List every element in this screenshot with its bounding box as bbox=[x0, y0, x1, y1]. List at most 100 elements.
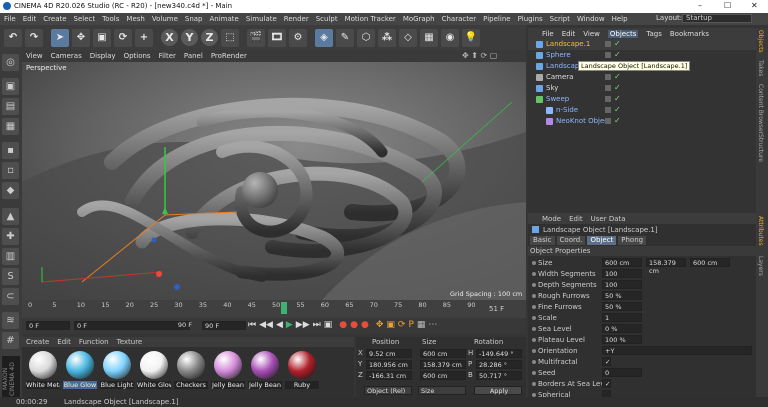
animate-dot-icon[interactable] bbox=[532, 294, 536, 298]
visibility-dots-icon[interactable] bbox=[605, 85, 611, 91]
strip-tab-content-browser[interactable]: Content Browser bbox=[757, 84, 764, 134]
objmgr-menu-tags[interactable]: Tags bbox=[646, 30, 662, 38]
strip-tab-structure[interactable]: Structure bbox=[757, 134, 764, 162]
viewport-menu-prorender[interactable]: ProRender bbox=[211, 52, 247, 60]
object-row[interactable]: Sweep ✓ bbox=[528, 94, 756, 105]
menu-window[interactable]: Window bbox=[577, 15, 605, 23]
light-icon[interactable]: 💡 bbox=[462, 28, 480, 47]
menu-file[interactable]: File bbox=[4, 15, 16, 23]
polygons-mode-icon[interactable]: ◆ bbox=[2, 182, 19, 199]
go-start-icon[interactable]: ⏮ bbox=[248, 320, 256, 330]
recent-tool-icon[interactable]: + bbox=[135, 28, 153, 47]
pos-key-icon[interactable]: ✥ bbox=[376, 320, 384, 330]
animate-dot-icon[interactable] bbox=[532, 283, 536, 287]
coord-size-mode-select[interactable]: Size bbox=[418, 386, 466, 395]
position-field[interactable]: -166.31 cm bbox=[366, 371, 412, 380]
enabled-check-icon[interactable]: ✓ bbox=[614, 83, 621, 92]
make-editable-icon[interactable]: ◎ bbox=[2, 54, 19, 71]
menu-create[interactable]: Create bbox=[43, 15, 66, 23]
prev-frame-icon[interactable]: ◀ bbox=[276, 320, 283, 330]
material-menu-edit[interactable]: Edit bbox=[57, 338, 71, 346]
menu-script[interactable]: Script bbox=[550, 15, 570, 23]
z-axis-icon[interactable]: Z bbox=[201, 29, 218, 46]
material-menu-create[interactable]: Create bbox=[26, 338, 49, 346]
layers-icon[interactable]: ≋ bbox=[2, 312, 19, 329]
rot-key-icon[interactable]: ⟳ bbox=[398, 320, 406, 330]
property-field[interactable]: ✓ bbox=[602, 379, 611, 388]
redo-icon[interactable]: ↷ bbox=[25, 28, 43, 47]
property-field[interactable]: 50 % bbox=[602, 291, 642, 300]
menu-simulate[interactable]: Simulate bbox=[246, 15, 277, 23]
size-field[interactable]: 600 cm bbox=[420, 371, 466, 380]
object-row[interactable]: Sphere ✓ bbox=[528, 50, 756, 61]
pen-spline-icon[interactable]: ✎ bbox=[336, 28, 354, 47]
animate-dot-icon[interactable] bbox=[532, 338, 536, 342]
size-field[interactable]: 158.379 cm bbox=[420, 360, 466, 369]
camera-icon[interactable]: ◉ bbox=[441, 28, 459, 47]
enabled-check-icon[interactable]: ✓ bbox=[614, 50, 621, 59]
size-field[interactable]: 600 cm bbox=[420, 349, 466, 358]
pla-key-icon[interactable]: ▦ bbox=[417, 320, 426, 330]
menu-help[interactable]: Help bbox=[612, 15, 628, 23]
maximize-icon[interactable]: ☐ bbox=[724, 1, 731, 10]
material-item[interactable]: White Meta bbox=[26, 351, 60, 389]
next-key-icon[interactable]: ⏭ bbox=[313, 320, 321, 330]
objmgr-menu-edit[interactable]: Edit bbox=[562, 30, 576, 38]
keyframe-selection-icon[interactable]: ● bbox=[361, 320, 369, 330]
property-field[interactable]: 100 % bbox=[602, 335, 642, 344]
viewport-menu-view[interactable]: View bbox=[26, 52, 43, 60]
scale-tool-icon[interactable]: ▣ bbox=[93, 28, 111, 47]
autokey-icon[interactable]: ● bbox=[350, 320, 358, 330]
position-field[interactable]: 9.52 cm bbox=[366, 349, 412, 358]
record-icon[interactable]: ● bbox=[339, 320, 347, 330]
viewport-menu-options[interactable]: Options bbox=[124, 52, 151, 60]
object-name[interactable]: Sky bbox=[546, 84, 558, 92]
property-field[interactable]: +Y bbox=[602, 346, 752, 355]
object-row[interactable]: n-Side ✓ bbox=[528, 105, 756, 116]
object-name[interactable]: n-Side bbox=[556, 106, 578, 114]
menu-select[interactable]: Select bbox=[74, 15, 96, 23]
menu-motion-tracker[interactable]: Motion Tracker bbox=[345, 15, 396, 23]
attr-menu-userdata[interactable]: User Data bbox=[591, 215, 626, 223]
menu-volume[interactable]: Volume bbox=[152, 15, 178, 23]
solo-icon[interactable]: ▲ bbox=[2, 208, 19, 225]
y-axis-icon[interactable]: Y bbox=[181, 29, 198, 46]
menu-edit[interactable]: Edit bbox=[23, 15, 37, 23]
enabled-check-icon[interactable]: ✓ bbox=[614, 39, 621, 48]
points-mode-icon[interactable]: ▪ bbox=[2, 142, 19, 159]
viewport-menu-panel[interactable]: Panel bbox=[184, 52, 203, 60]
menu-plugins[interactable]: Plugins bbox=[518, 15, 543, 23]
strip-tab-attributes[interactable]: Attributes bbox=[757, 216, 764, 246]
menu-mograph[interactable]: MoGraph bbox=[403, 15, 435, 23]
perspective-viewport[interactable]: Perspective Grid Spacing : 100 cm bbox=[22, 62, 526, 300]
viewport-menu-filter[interactable]: Filter bbox=[159, 52, 176, 60]
property-field[interactable]: 0 % bbox=[602, 324, 642, 333]
enabled-check-icon[interactable]: ✓ bbox=[614, 105, 621, 114]
scale-key-icon[interactable]: ▣ bbox=[386, 320, 395, 330]
objmgr-menu-file[interactable]: File bbox=[542, 30, 554, 38]
object-row[interactable]: Camera ✓ bbox=[528, 72, 756, 83]
minimize-icon[interactable]: – bbox=[698, 1, 702, 10]
animate-dot-icon[interactable] bbox=[532, 327, 536, 331]
snap-icon[interactable]: S bbox=[2, 268, 19, 285]
material-item[interactable]: White Glow bbox=[137, 351, 171, 389]
apply-button[interactable]: Apply bbox=[474, 386, 522, 395]
objmgr-menu-bookmarks[interactable]: Bookmarks bbox=[670, 30, 709, 38]
object-name[interactable]: Landscape.1 bbox=[546, 40, 590, 48]
menu-animate[interactable]: Animate bbox=[210, 15, 239, 23]
viewport-nav-icons[interactable]: ✥ ⬆ ⟳ ▢ bbox=[462, 51, 497, 60]
property-field[interactable]: 158.379 cm bbox=[646, 258, 686, 275]
move-tool-icon[interactable]: ✥ bbox=[72, 28, 90, 47]
position-field[interactable]: 180.956 cm bbox=[366, 360, 412, 369]
workplane-icon[interactable]: ▦ bbox=[2, 118, 19, 135]
property-field[interactable]: 0 bbox=[602, 368, 642, 377]
rotate-tool-icon[interactable]: ⟳ bbox=[114, 28, 132, 47]
property-field[interactable]: 100 bbox=[602, 269, 642, 278]
enabled-check-icon[interactable]: ✓ bbox=[614, 94, 621, 103]
x-axis-icon[interactable]: X bbox=[161, 29, 178, 46]
enabled-check-icon[interactable]: ✓ bbox=[614, 72, 621, 81]
subtab-coord[interactable]: Coord. bbox=[556, 236, 586, 245]
animate-dot-icon[interactable] bbox=[532, 349, 536, 353]
enabled-check-icon[interactable]: ✓ bbox=[614, 116, 621, 125]
visibility-dots-icon[interactable] bbox=[605, 41, 611, 47]
